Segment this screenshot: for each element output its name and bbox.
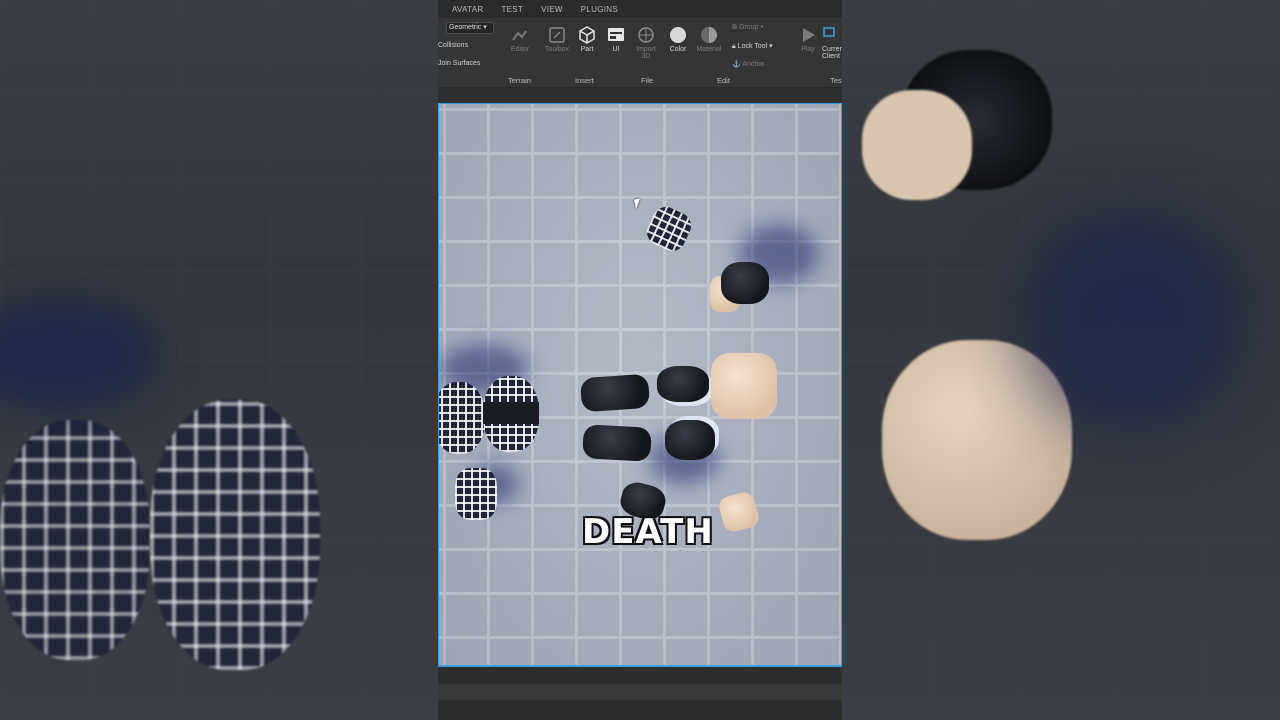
editor-button[interactable]: Editor [508,26,532,53]
lock-tool-label: Lock Tool [737,43,768,50]
mode-select[interactable]: Geometric ▾ [446,22,494,34]
group-label-edit: Edit [717,76,730,85]
material-icon [701,27,717,43]
menu-bar: AVATAR TEST VIEW PLUGINS [438,0,842,18]
blurred-shadow [1022,210,1242,430]
material-label: Material [696,46,722,53]
cube-icon [579,26,595,44]
collisions-label: Collisions [438,42,468,49]
group-icon: ⧉ [732,24,739,31]
group-label-file: File [641,76,654,85]
part-label: Part [580,46,594,53]
group-button[interactable]: ⧉ Group ▾ [732,24,763,32]
studio-window: AVATAR TEST VIEW PLUGINS Geometric ▾ Col… [438,0,842,720]
import-3d-button[interactable]: Import 3D [634,26,658,60]
menu-view[interactable]: VIEW [541,5,563,14]
group-label-insert: Insert [575,76,594,85]
blurred-skin-part [862,90,972,200]
editor-label: Editor [510,46,530,53]
blurred-plaid-part [0,420,150,660]
ui-button[interactable]: UI [606,26,626,53]
toolbox-label: Toolbox [544,46,570,53]
lock-tool-button[interactable]: 🔒︎ Lock Tool ▾ [732,42,773,51]
import-3d-label: Import 3D [636,46,656,60]
menu-plugins[interactable]: PLUGINS [581,5,618,14]
join-surfaces-label: Join Surfaces [438,60,481,67]
black-foot-part[interactable] [665,420,715,460]
3d-viewport[interactable]: DEATH [438,103,842,667]
color-button[interactable]: Color [666,26,690,53]
terrain-editor-icon [512,30,527,41]
black-limb-part[interactable] [579,373,651,413]
ui-label: UI [612,46,620,53]
current-client-button[interactable]: Current Client [822,26,842,60]
toolbox-icon [549,27,565,43]
color-label: Color [669,46,687,53]
black-limb-part[interactable] [582,424,652,462]
play-icon [803,28,815,42]
plaid-torso-part[interactable] [439,382,485,454]
toolbox-button[interactable]: Toolbox [542,26,572,53]
globe-icon [638,27,654,43]
black-foot-part[interactable] [657,366,709,402]
play-label: Play [801,46,815,53]
join-surfaces-toggle[interactable]: Join Surfaces [438,60,480,67]
video-caption: DEATH [581,511,714,553]
command-bar[interactable] [438,684,842,700]
menu-test[interactable]: TEST [501,5,523,14]
group-label-test: Test [830,76,842,85]
skin-head-part[interactable] [711,353,777,419]
ribbon-toolbar: Geometric ▾ Collisions Join Surfaces Edi… [438,18,842,88]
anchor-label: Anchor [742,61,765,68]
status-area [438,668,842,720]
belt-part [483,402,539,424]
collisions-toggle[interactable]: Collisions [438,42,468,49]
anchor-icon: ⚓ [732,61,743,68]
plaid-leg-part[interactable] [455,468,497,520]
black-hair-part[interactable] [721,262,769,304]
blurred-shadow [0,300,160,410]
blurred-plaid-part [150,400,320,670]
play-button[interactable]: Play [798,26,818,53]
group-label-terrain: Terrain [508,76,531,85]
current-client-label: Current Client [822,46,842,60]
anchor-button[interactable]: ⚓ Anchor [732,60,764,68]
blurred-background-left [0,0,438,720]
client-icon [823,27,835,37]
blurred-background-right [842,0,1280,720]
sub-toolbar [438,88,842,103]
menu-avatar[interactable]: AVATAR [452,5,483,14]
color-swatch-icon [670,27,686,43]
ui-icon [608,28,624,41]
chevron-down-icon: ▾ [483,24,487,31]
part-button[interactable]: Part [577,26,597,53]
group-label: Group [738,24,759,31]
material-button[interactable]: Material [694,26,724,53]
mode-select-value: Geometric [449,24,482,31]
